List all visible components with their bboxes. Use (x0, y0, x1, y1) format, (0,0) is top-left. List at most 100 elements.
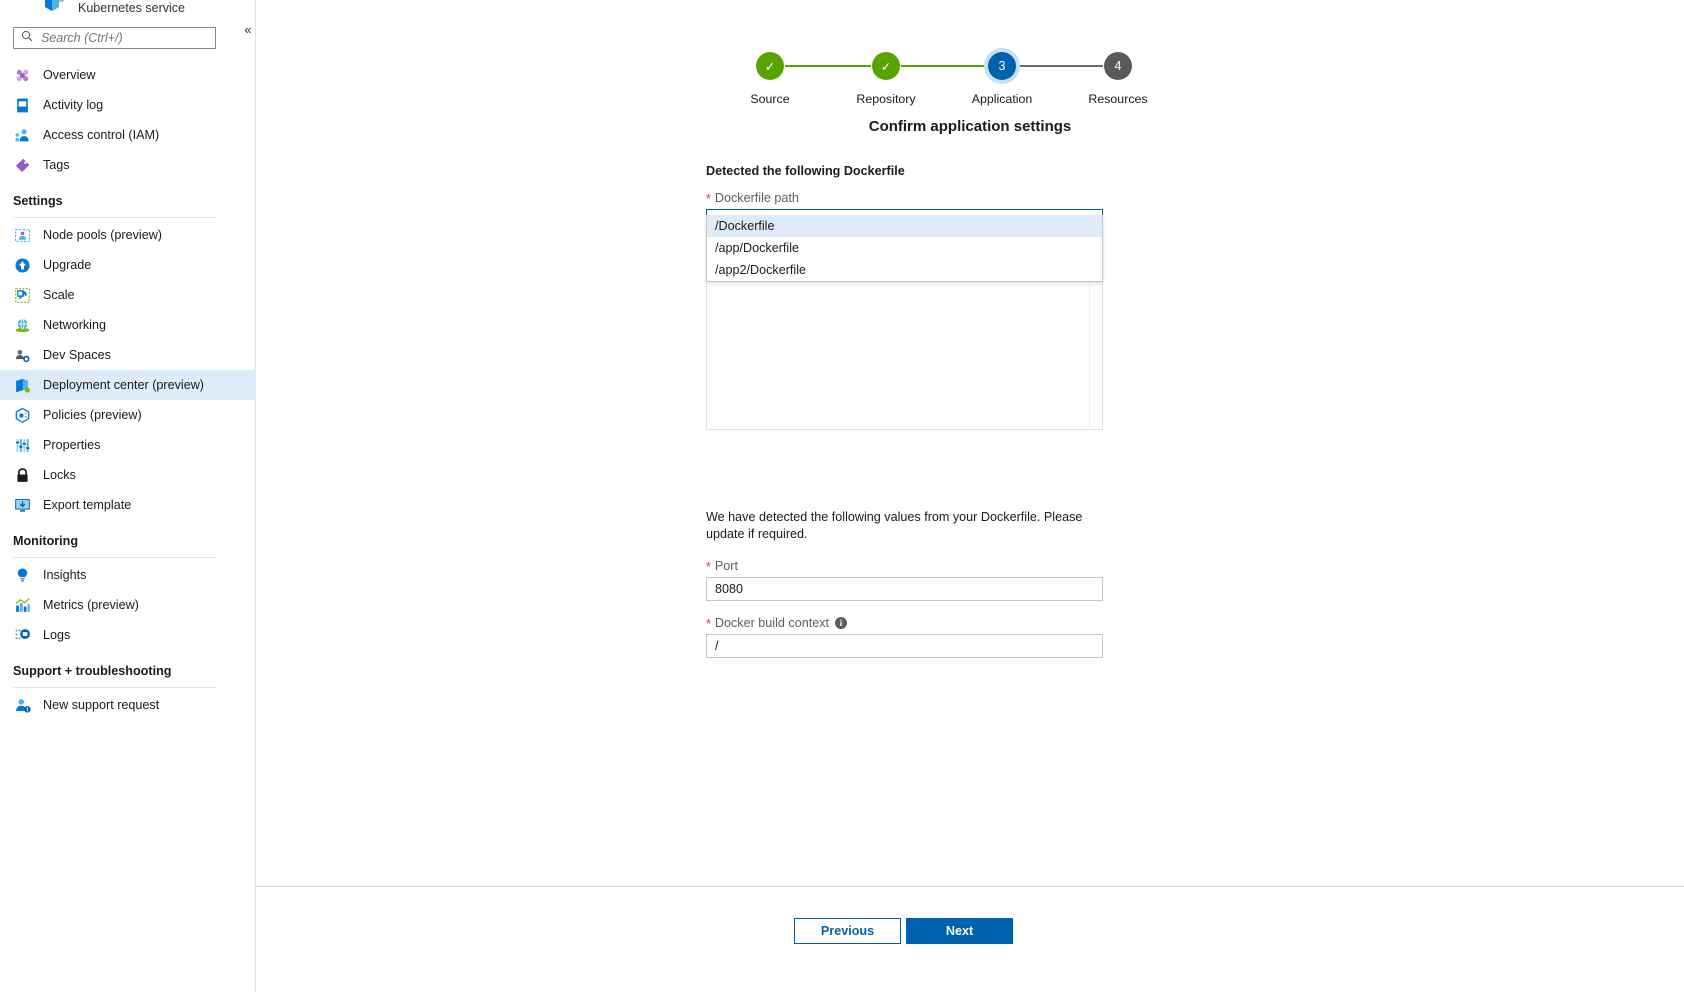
next-button[interactable]: Next (906, 918, 1013, 944)
overview-icon (13, 66, 31, 84)
main-panel: ✓ Source ✓ Repository3Application 4 Resources… (256, 0, 1684, 992)
networking-icon (13, 316, 31, 334)
tags-icon (13, 156, 31, 174)
sidebar-group-title: Support + troubleshooting (13, 664, 256, 678)
sidebar-group-title: Settings (13, 194, 256, 208)
deployment-center-icon (13, 376, 31, 394)
sidebar-item-overview[interactable]: Overview (0, 60, 256, 90)
dockerfile-path-label-text: Dockerfile path (715, 191, 799, 205)
application-settings-form: Detected the following Dockerfile * Dock… (706, 164, 1103, 658)
sidebar-item-access-control-iam[interactable]: Access control (IAM) (0, 120, 256, 150)
sidebar-item-properties[interactable]: Properties (0, 430, 256, 460)
search-input[interactable] (39, 30, 204, 46)
sidebar-group-title: Monitoring (13, 534, 256, 548)
sidebar-item-tags[interactable]: Tags (0, 150, 256, 180)
sidebar-item-metrics-preview[interactable]: Metrics (preview) (0, 590, 256, 620)
kubernetes-service-icon: ⚙ (44, 1, 66, 17)
sidebar-item-upgrade[interactable]: Upgrade (0, 250, 256, 280)
sidebar-item-node-pools-preview[interactable]: Node pools (preview) (0, 220, 256, 250)
port-label-text: Port (715, 559, 738, 573)
logs-icon (13, 626, 31, 644)
support-request-icon (13, 696, 31, 714)
sidebar-item-activity-log[interactable]: Activity log (0, 90, 256, 120)
info-icon[interactable]: i (835, 617, 847, 629)
port-label: * Port (706, 559, 1103, 573)
docker-build-context-label-text: Docker build context (715, 616, 829, 630)
step-number: 4 (1104, 52, 1132, 80)
insights-icon (13, 566, 31, 584)
properties-icon (13, 436, 31, 454)
docker-build-context-label: * Docker build context i (706, 616, 1103, 630)
collapse-sidebar-button[interactable]: « (240, 22, 256, 38)
sidebar-item-new-support-request[interactable]: New support request (0, 690, 256, 720)
sidebar-item-logs[interactable]: Logs (0, 620, 256, 650)
sidebar-group-divider (13, 557, 216, 558)
sidebar-item-label: Tags (43, 158, 70, 172)
sidebar-item-locks[interactable]: Locks (0, 460, 256, 490)
wizard-step-application[interactable]: 3Application (942, 52, 1062, 106)
sidebar-item-policies-preview[interactable]: Policies (preview) (0, 400, 256, 430)
sidebar-item-label: Insights (43, 568, 86, 582)
wizard-step-resources[interactable]: 4 Resources (1058, 52, 1178, 106)
required-marker: * (706, 561, 711, 574)
sidebar-item-label: Access control (IAM) (43, 128, 159, 142)
dockerfile-path-label: * Dockerfile path (706, 191, 1103, 205)
sidebar-item-label: Dev Spaces (43, 348, 111, 362)
sidebar-item-label: Locks (43, 468, 76, 482)
scale-icon (13, 286, 31, 304)
check-icon: ✓ (872, 52, 900, 80)
wizard-step-label: Repository (826, 92, 946, 106)
sidebar-item-label: Metrics (preview) (43, 598, 139, 612)
metrics-icon (13, 596, 31, 614)
sidebar-item-label: Networking (43, 318, 106, 332)
required-marker: * (706, 193, 711, 206)
deployment-wizard: ✓ Source ✓ Repository3Application 4 Resources… (256, 0, 1684, 135)
sidebar-item-label: Export template (43, 498, 131, 512)
required-marker: * (706, 618, 711, 631)
resource-type-label: Kubernetes service (78, 1, 185, 15)
dropdown-option[interactable]: /app2/Dockerfile (707, 259, 1102, 281)
sidebar-item-export-template[interactable]: Export template (0, 490, 256, 520)
search-box[interactable] (13, 27, 216, 49)
page-title: Confirm application settings (256, 118, 1684, 135)
sidebar-item-insights[interactable]: Insights (0, 560, 256, 590)
sidebar-item-label: Node pools (preview) (43, 228, 162, 242)
resource-sidebar: ⚙ Kubernetes service « Overview Activity … (0, 0, 256, 992)
sidebar-item-scale[interactable]: Scale (0, 280, 256, 310)
sidebar-item-label: Overview (43, 68, 95, 82)
sidebar-group-monitoring: Monitoring (0, 520, 256, 551)
sidebar-item-deployment-center-preview[interactable]: Deployment center (preview) (0, 370, 256, 400)
azure-portal-blade: ⚙ Kubernetes service « Overview Activity … (0, 0, 1684, 992)
sidebar-item-label: Deployment center (preview) (43, 378, 204, 392)
wizard-connector (1017, 65, 1103, 67)
wizard-content-area: ✓ Source ✓ Repository3Application 4 Resources… (256, 0, 1684, 886)
wizard-step-label: Resources (1058, 92, 1178, 106)
policies-icon (13, 406, 31, 424)
sidebar-group-divider (13, 217, 216, 218)
wizard-connector (785, 65, 871, 67)
port-input[interactable] (706, 577, 1103, 601)
check-icon: ✓ (756, 52, 784, 80)
wizard-step-repository[interactable]: ✓ Repository (826, 52, 946, 106)
sidebar-nav: Overview Activity log Access control (IAM)… (0, 60, 256, 720)
access-control-icon (13, 126, 31, 144)
helper-text: We have detected the following values fr… (706, 509, 1098, 543)
dropdown-option[interactable]: /Dockerfile (707, 215, 1102, 237)
sidebar-group-support-troubleshooting: Support + troubleshooting (0, 650, 256, 681)
locks-icon (13, 466, 31, 484)
wizard-step-label: Source (710, 92, 830, 106)
previous-button[interactable]: Previous (794, 918, 901, 944)
wizard-connector (901, 65, 987, 67)
dockerfile-path-dropdown-list[interactable]: /Dockerfile/app/Dockerfile/app2/Dockerfi… (706, 215, 1103, 282)
sidebar-item-label: Properties (43, 438, 100, 452)
sidebar-group-settings: Settings (0, 180, 256, 211)
node-pools-icon (13, 226, 31, 244)
sidebar-item-networking[interactable]: Networking (0, 310, 256, 340)
docker-build-context-input[interactable] (706, 634, 1103, 658)
sidebar-item-label: Logs (43, 628, 70, 642)
activity-log-icon (13, 96, 31, 114)
sidebar-item-dev-spaces[interactable]: Dev Spaces (0, 340, 256, 370)
dropdown-option[interactable]: /app/Dockerfile (707, 237, 1102, 259)
wizard-step-source[interactable]: ✓ Source (710, 52, 830, 106)
search-icon (14, 29, 33, 47)
